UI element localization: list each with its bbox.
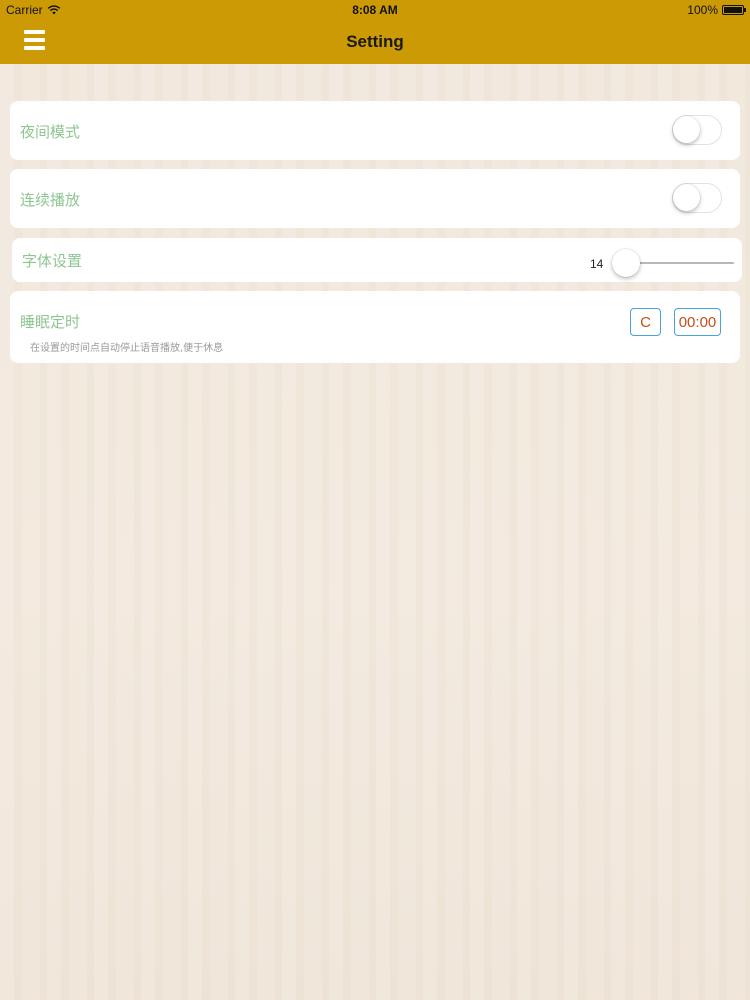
- page-title: Setting: [346, 32, 404, 51]
- status-time: 8:08 AM: [352, 3, 398, 17]
- toggle-knob: [673, 116, 700, 143]
- night-mode-toggle[interactable]: [672, 115, 722, 145]
- nav-bar: Setting: [0, 20, 750, 64]
- top-bar: Carrier 8:08 AM 100% Setting: [0, 0, 750, 64]
- battery-info: 100%: [687, 3, 746, 17]
- continuous-play-row: 连续播放: [10, 169, 740, 228]
- night-mode-row: 夜间模式: [10, 101, 740, 160]
- battery-percent: 100%: [687, 3, 718, 17]
- sleep-timer-row: 睡眠定时 C 00:00 在设置的时间点自动停止语音播放,便于休息: [10, 291, 740, 363]
- sleep-timer-clear-button[interactable]: C: [630, 308, 661, 336]
- font-setting-row: 字体设置 14: [12, 238, 742, 282]
- status-bar: Carrier 8:08 AM 100%: [0, 0, 750, 20]
- font-size-slider-track[interactable]: [626, 262, 734, 264]
- sleep-timer-description: 在设置的时间点自动停止语音播放,便于休息: [30, 343, 224, 354]
- battery-icon: [722, 5, 746, 15]
- sleep-timer-time-button[interactable]: 00:00: [674, 308, 721, 336]
- night-mode-label: 夜间模式: [20, 123, 81, 141]
- font-setting-label: 字体设置: [22, 252, 83, 270]
- sleep-timer-label: 睡眠定时: [20, 313, 81, 331]
- continuous-play-label: 连续播放: [20, 191, 81, 209]
- continuous-play-toggle[interactable]: [672, 183, 722, 213]
- toggle-knob: [673, 184, 700, 211]
- font-size-value: 14: [590, 257, 604, 271]
- font-size-slider-thumb[interactable]: [612, 249, 640, 277]
